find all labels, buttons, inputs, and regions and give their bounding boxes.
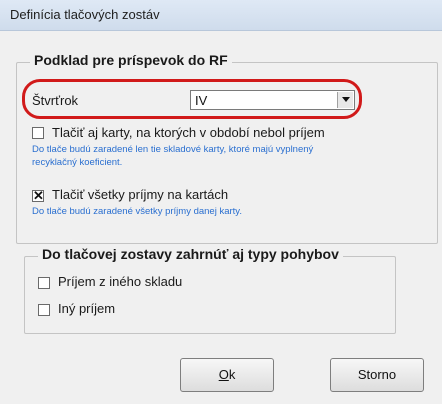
transfer-receipt-checkbox[interactable] [38, 277, 50, 289]
print-cards-checkbox[interactable] [32, 127, 44, 139]
transfer-receipt-label[interactable]: Príjem z iného skladu [58, 274, 182, 289]
ok-label-rest: k [228, 367, 236, 382]
dialog-window: Definícia tlačových zostáv Podklad pre p… [0, 0, 442, 404]
checkmark-icon: ✕ [33, 188, 44, 203]
group-movement-types-legend: Do tlačovej zostavy zahrnúť aj typy pohy… [38, 246, 343, 262]
ok-mnemonic: O [218, 367, 229, 382]
other-receipt-label[interactable]: Iný príjem [58, 301, 115, 316]
print-all-receipts-note: Do tlače budú zaradené všetky príjmy dan… [32, 206, 242, 217]
print-all-receipts-checkbox[interactable]: ✕ [32, 188, 44, 203]
group-movement-types [24, 256, 396, 334]
print-cards-label[interactable]: Tlačiť aj karty, na ktorých v období neb… [52, 125, 325, 140]
other-receipt-checkbox[interactable] [38, 304, 50, 316]
quarter-highlight-annotation [22, 79, 362, 119]
cancel-button[interactable]: Storno [330, 358, 424, 392]
ok-button[interactable]: Ok [180, 358, 274, 392]
title-bar[interactable]: Definícia tlačových zostáv [0, 0, 442, 31]
print-cards-note-line2: recyklačný koeficient. [32, 157, 123, 168]
window-title: Definícia tlačových zostáv [10, 7, 160, 22]
print-all-receipts-label[interactable]: Tlačiť všetky príjmy na kartách [52, 187, 228, 202]
print-cards-note-line1: Do tlače budú zaradené len tie skladové … [32, 144, 314, 155]
group-rf-basis-legend: Podklad pre príspevok do RF [30, 52, 232, 68]
